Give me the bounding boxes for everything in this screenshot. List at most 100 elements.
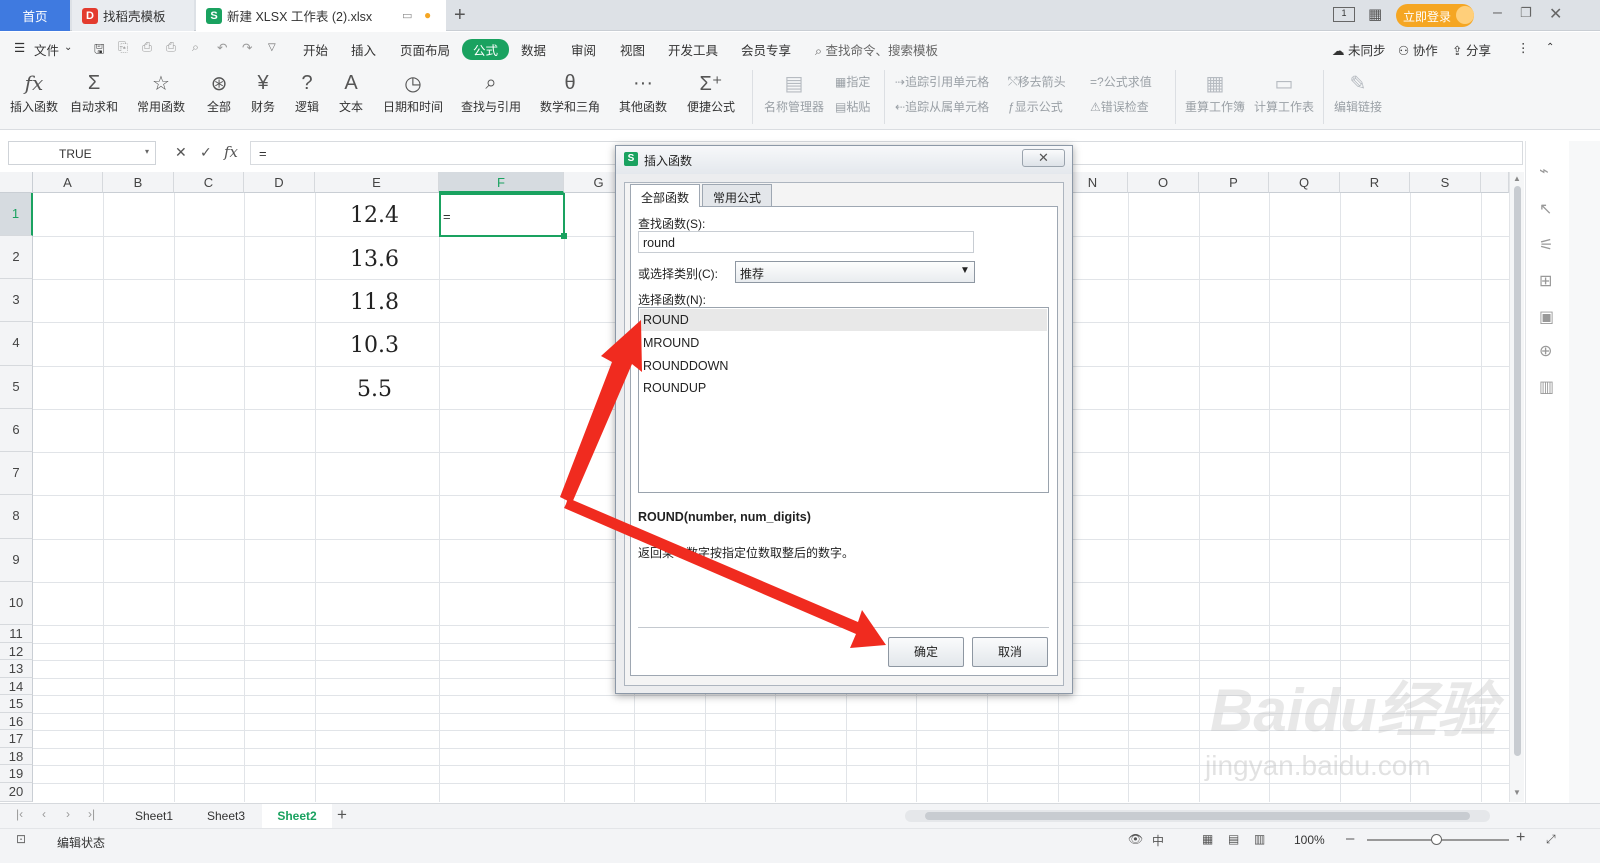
menu-insert[interactable]: 插入: [351, 40, 376, 59]
calc-sheet-button[interactable]: ▭ 计算工作表: [1254, 68, 1314, 115]
function-item-rounddown[interactable]: ROUNDDOWN: [643, 359, 728, 373]
edit-links-button[interactable]: ✎ 编辑链接: [1334, 68, 1382, 115]
normal-view-icon[interactable]: ▦: [1202, 832, 1213, 846]
zoom-out-icon[interactable]: –: [1346, 830, 1354, 847]
col-header-s[interactable]: S: [1410, 172, 1481, 193]
menu-review[interactable]: 审阅: [571, 40, 596, 59]
row-header-2[interactable]: 2: [0, 236, 33, 279]
lookup-button[interactable]: ⌕ 查找与引用: [461, 68, 521, 115]
fx-icon[interactable]: fx: [224, 143, 238, 161]
cell-e5[interactable]: 5.5: [357, 377, 392, 402]
cell-e2[interactable]: 13.6: [350, 247, 399, 272]
chevron-down-icon[interactable]: ⌄: [64, 42, 72, 53]
close-window-icon[interactable]: ✕: [1549, 4, 1562, 24]
scroll-down-icon[interactable]: ▼: [1513, 788, 1521, 797]
cancel-edit-icon[interactable]: ✕: [175, 144, 187, 161]
macro-icon[interactable]: ⊡: [16, 832, 26, 846]
new-tab-plus-icon[interactable]: +: [454, 4, 466, 27]
col-header-b[interactable]: B: [103, 172, 174, 193]
avatar[interactable]: [1456, 6, 1474, 24]
zoom-level[interactable]: 100%: [1294, 833, 1325, 847]
evaluate-formula-button[interactable]: =? 公式求值: [1090, 73, 1152, 90]
recalc-workbook-button[interactable]: ▦ 重算工作簿: [1185, 68, 1245, 115]
all-functions-button[interactable]: ⊛ 全部: [205, 68, 233, 115]
sheet-tab-sheet2-active[interactable]: Sheet2: [262, 804, 332, 828]
row-header-11[interactable]: 11: [0, 625, 33, 643]
rocket-icon[interactable]: ⌁: [1539, 161, 1549, 181]
name-box-dropdown-icon[interactable]: ▾: [145, 147, 149, 156]
col-header-e[interactable]: E: [315, 172, 439, 193]
layout-icon[interactable]: ⊞: [1539, 271, 1552, 291]
horizontal-scroll-thumb[interactable]: [925, 812, 1470, 820]
col-header-p[interactable]: P: [1199, 172, 1269, 193]
trace-dependents-button[interactable]: ⇠ 追踪从属单元格: [895, 98, 989, 115]
function-item-mround[interactable]: MROUND: [643, 336, 699, 350]
page-break-view-icon[interactable]: ▤: [1228, 832, 1239, 846]
paste-name-button[interactable]: ▤ 粘贴: [835, 98, 870, 115]
sheet-tab-sheet3[interactable]: Sheet3: [207, 809, 245, 823]
minimize-icon[interactable]: –: [1493, 4, 1502, 22]
datetime-button[interactable]: ◷ 日期和时间: [383, 68, 443, 115]
menu-file[interactable]: 文件: [34, 40, 59, 59]
category-select[interactable]: 推荐 ▼: [735, 261, 975, 283]
dialog-title-bar[interactable]: 插入函数: [616, 146, 1072, 174]
select-cursor-icon[interactable]: ↖: [1539, 199, 1552, 219]
remove-arrows-button[interactable]: ⤲ 移去箭头: [1008, 73, 1066, 90]
row-header-13[interactable]: 13: [0, 660, 33, 678]
first-sheet-icon[interactable]: |‹: [16, 807, 23, 821]
cell-e4[interactable]: 10.3: [350, 333, 399, 358]
horizontal-scrollbar[interactable]: [905, 810, 1490, 822]
redo-icon[interactable]: ↷: [242, 40, 252, 55]
export-icon[interactable]: ⎘: [118, 40, 128, 55]
print-preview-icon[interactable]: ⎙: [166, 40, 176, 55]
scroll-up-icon[interactable]: ▲: [1513, 174, 1521, 183]
menu-page-layout[interactable]: 页面布局: [400, 40, 450, 59]
zoom-in-icon[interactable]: +: [1516, 829, 1525, 847]
col-header-f[interactable]: F: [439, 172, 564, 193]
input-method-icon[interactable]: 中: [1152, 832, 1164, 849]
col-header-a[interactable]: A: [33, 172, 103, 193]
other-functions-button[interactable]: ··· 其他函数: [619, 68, 667, 115]
cell-f1-active[interactable]: =: [439, 193, 565, 237]
save-icon[interactable]: 🖫: [94, 40, 105, 61]
name-manager-button[interactable]: ▤ 名称管理器: [764, 68, 824, 115]
last-sheet-icon[interactable]: ›|: [88, 807, 95, 821]
row-header-9[interactable]: 9: [0, 539, 33, 582]
book-icon[interactable]: ▥: [1539, 377, 1554, 397]
next-sheet-icon[interactable]: ›: [66, 807, 70, 821]
trace-precedents-button[interactable]: ⇢ 追踪引用单元格: [895, 73, 989, 90]
select-all-corner[interactable]: [0, 172, 33, 193]
apps-grid-icon[interactable]: ▦: [1368, 5, 1382, 23]
sheet-tab-sheet1[interactable]: Sheet1: [135, 809, 173, 823]
tab-common-formulas[interactable]: 常用公式: [702, 184, 773, 206]
tab-all-functions[interactable]: 全部函数: [630, 184, 701, 207]
search-function-input[interactable]: round: [638, 231, 974, 253]
zoom-slider-thumb[interactable]: [1431, 834, 1442, 845]
math-button[interactable]: θ 数学和三角: [540, 68, 600, 115]
quick-access-dropdown-icon[interactable]: ▽: [268, 42, 276, 53]
row-header-8[interactable]: 8: [0, 495, 33, 539]
fill-handle[interactable]: [561, 233, 567, 239]
cell-e3[interactable]: 11.8: [350, 290, 399, 315]
collab-button[interactable]: ⚇ 协作: [1398, 40, 1438, 59]
row-header-19[interactable]: 19: [0, 765, 33, 783]
autosum-button[interactable]: Σ 自动求和: [70, 68, 118, 115]
reading-view-icon[interactable]: ▥: [1254, 832, 1265, 846]
tab-template[interactable]: D 找稻壳模板: [72, 0, 194, 31]
image-icon[interactable]: ▣: [1539, 307, 1554, 327]
row-header-15[interactable]: 15: [0, 695, 33, 713]
function-item-round[interactable]: ROUND: [643, 313, 689, 327]
menu-start[interactable]: 开始: [303, 40, 328, 59]
row-header-1[interactable]: 1: [0, 193, 33, 236]
sync-status[interactable]: ☁ 未同步: [1332, 40, 1386, 59]
reading-mode-icon[interactable]: 1: [1333, 7, 1355, 22]
vertical-scrollbar[interactable]: ▲ ▼: [1509, 172, 1524, 802]
prev-sheet-icon[interactable]: ‹: [42, 807, 46, 821]
collapse-ribbon-icon[interactable]: ⌃: [1546, 42, 1554, 53]
cancel-button[interactable]: 取消: [972, 637, 1048, 667]
find-icon[interactable]: ⌕: [192, 40, 199, 55]
confirm-edit-icon[interactable]: ✓: [200, 144, 212, 161]
row-header-10[interactable]: 10: [0, 582, 33, 625]
row-header-16[interactable]: 16: [0, 713, 33, 730]
hamburger-icon[interactable]: ☰: [14, 40, 25, 55]
